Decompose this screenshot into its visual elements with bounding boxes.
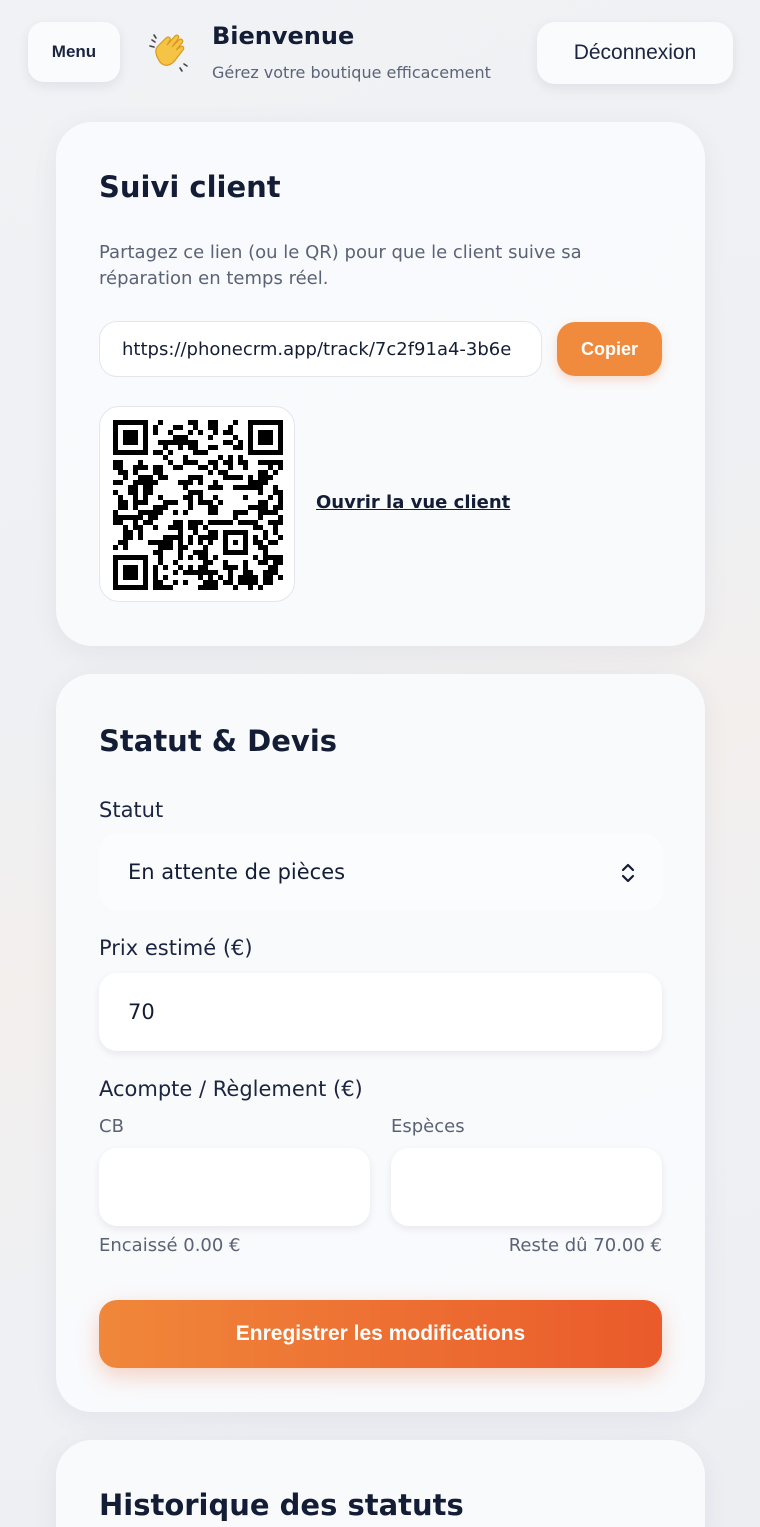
status-select[interactable]: En attente de pièces	[99, 834, 662, 910]
save-changes-button[interactable]: Enregistrer les modifications	[99, 1300, 662, 1368]
chevron-up-down-icon	[621, 863, 635, 883]
welcome-title: Bienvenue	[212, 22, 355, 50]
cash-label: Espèces	[391, 1116, 465, 1137]
status-select-value: En attente de pièces	[128, 860, 346, 884]
waving-hand-icon	[149, 34, 188, 72]
deposit-label: Acompte / Règlement (€)	[99, 1077, 363, 1101]
cb-input[interactable]	[99, 1148, 370, 1226]
cb-label: CB	[99, 1116, 124, 1137]
remaining-amount: Reste dû 70.00 €	[508, 1235, 662, 1256]
welcome-subtitle: Gérez votre boutique efficacement	[212, 63, 491, 82]
qr-code-icon	[113, 420, 283, 590]
menu-button[interactable]: Menu	[28, 22, 120, 82]
status-label: Statut	[99, 798, 164, 822]
tracking-url-field[interactable]: https://phonecrm.app/track/7c2f91a4-3b6e	[99, 321, 542, 377]
top-header: Menu Bienvenue Gérez votre boutique effi…	[0, 0, 760, 110]
tracking-card: Suivi client Partagez ce lien (ou le QR)…	[56, 122, 705, 646]
open-client-view-link[interactable]: Ouvrir la vue client	[316, 492, 510, 513]
tracking-description: Partagez ce lien (ou le QR) pour que le …	[99, 242, 582, 289]
collected-amount: Encaissé 0.00 €	[99, 1235, 241, 1256]
price-input[interactable]: 70	[99, 973, 662, 1051]
status-card-title: Statut & Devis	[99, 724, 338, 758]
copy-button[interactable]: Copier	[557, 322, 662, 376]
status-quote-card: Statut & Devis Statut En attente de pièc…	[56, 674, 705, 1412]
tracking-title: Suivi client	[99, 170, 281, 204]
cash-input[interactable]	[391, 1148, 662, 1226]
status-history-card: Historique des statuts	[56, 1440, 705, 1527]
price-label: Prix estimé (€)	[99, 936, 253, 960]
qr-code	[99, 406, 295, 602]
logout-button[interactable]: Déconnexion	[537, 22, 733, 84]
history-title: Historique des statuts	[99, 1488, 464, 1522]
